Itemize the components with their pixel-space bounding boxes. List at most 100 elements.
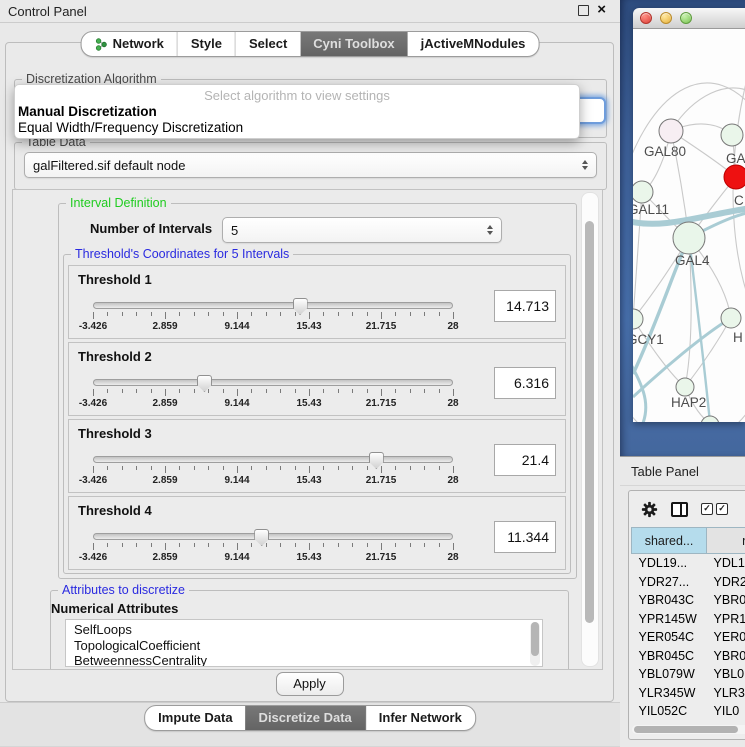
minimize-traffic-light-icon[interactable] [660,12,672,24]
horizontal-scrollbar[interactable] [632,725,745,734]
apply-button[interactable]: Apply [276,672,344,696]
axis-tick-label: 9.144 [224,321,249,332]
table-row[interactable]: YBR043CYBR0 [632,591,745,610]
table-cell[interactable]: YBR043C [632,591,707,610]
dropdown-option-equal-width-frequency[interactable]: Equal Width/Frequency Discretization [18,120,243,135]
tab-select[interactable]: Select [235,32,300,56]
tab-impute-data[interactable]: Impute Data [145,706,245,730]
table-cell[interactable]: YBL0 [707,665,745,684]
gear-icon[interactable] [641,501,658,518]
network-node[interactable] [633,309,643,329]
number-of-intervals-label: Number of Intervals [90,221,212,236]
panel-title: Control Panel [0,4,87,19]
network-canvas[interactable]: GAL80GACGAL11GAL4GCY1HHAP2 [633,29,745,422]
scrollbar-thumb[interactable] [634,726,738,733]
network-node[interactable] [673,222,705,254]
table-cell[interactable]: YIL052C [632,702,707,721]
tab-network[interactable]: Network [82,32,177,56]
column-header-shared[interactable]: shared... [632,528,707,554]
slider-track[interactable] [93,379,453,386]
table-row[interactable]: YDR27...YDR2 [632,573,745,592]
table-cell[interactable]: YDR27... [632,573,707,592]
tab-discretize-data[interactable]: Discretize Data [246,706,365,730]
table-cell[interactable]: YER054C [632,628,707,647]
table-cell[interactable]: YDL19... [632,554,707,573]
list-item[interactable]: TopologicalCoefficient [74,638,542,654]
table-row[interactable]: YLR345WYLR3 [632,684,745,703]
tab-style[interactable]: Style [177,32,235,56]
column-header-name[interactable]: na [707,528,745,554]
table-row[interactable]: YBL079WYBL0 [632,665,745,684]
table-cell[interactable]: YBR045C [632,647,707,666]
table-cell[interactable]: YPR1 [707,610,745,629]
list-item[interactable]: SelfLoops [74,622,542,638]
table-row[interactable]: YPR145WYPR1 [632,610,745,629]
network-nodes[interactable]: GAL80GACGAL11GAL4GCY1HHAP2 [633,119,745,422]
threshold-slider-4[interactable]: -3.4262.8599.14415.4321.71528 [93,533,453,564]
close-traffic-light-icon[interactable] [640,12,652,24]
tab-infer-network[interactable]: Infer Network [365,706,475,730]
tab-cyni-toolbox[interactable]: Cyni Toolbox [300,32,407,56]
table-cell[interactable]: YLR3 [707,684,745,703]
table-cell[interactable]: YBR0 [707,647,745,666]
split-columns-icon[interactable] [671,502,688,517]
checkbox-checked-icon[interactable]: ✓ [716,503,728,515]
table-row[interactable]: YBR045CYBR0 [632,647,745,666]
close-icon[interactable]: × [597,3,606,17]
slider-track[interactable] [93,533,453,540]
number-of-intervals-combobox[interactable]: 5 [222,217,502,243]
slider-ticks [93,389,453,397]
dropdown-option-manual-discretization[interactable]: Manual Discretization [18,104,157,119]
scrollbar-thumb[interactable] [585,221,594,623]
list-item[interactable]: BetweennessCentrality [74,653,542,667]
list-scrollbar[interactable] [530,622,540,666]
vertical-scrollbar[interactable] [581,192,599,667]
threshold-slider-3[interactable]: -3.4262.8599.14415.4321.71528 [93,456,453,487]
network-node[interactable] [633,181,653,203]
threshold-slider-1[interactable]: -3.4262.8599.14415.4321.71528 [93,302,453,333]
numerical-attributes-list[interactable]: SelfLoopsTopologicalCoefficientBetweenne… [65,619,543,667]
threshold-value-field[interactable]: 14.713 [494,290,556,322]
network-node-label: GCY1 [633,332,664,347]
network-node[interactable] [721,124,743,146]
network-node[interactable] [721,308,741,328]
table-row[interactable]: YER054CYER0 [632,628,745,647]
tab-jactivemnodules[interactable]: jActiveMNodules [408,32,539,56]
table-cell[interactable]: YBL079W [632,665,707,684]
bottom-tab-band: Impute Data Discretize Data Infer Networ… [0,702,620,747]
table-cell[interactable]: YDL1 [707,554,745,573]
table-row[interactable]: YDL19...YDL1 [632,554,745,573]
axis-tick-label: 28 [447,552,458,563]
slider-track[interactable] [93,456,453,463]
network-window-titlebar[interactable] [633,8,745,29]
network-node[interactable] [701,416,719,422]
network-view-window[interactable]: GAL80GACGAL11GAL4GCY1HHAP2 [633,8,745,422]
table-cell[interactable]: YLR345W [632,684,707,703]
table-cell[interactable]: YDR2 [707,573,745,592]
table-row[interactable]: YIL052CYIL0 [632,702,745,721]
network-node-label: HAP2 [671,395,706,410]
slider-track[interactable] [93,302,453,309]
table-cell[interactable]: YER0 [707,628,745,647]
axis-tick-label: 28 [447,475,458,486]
table-cell[interactable]: YBR0 [707,591,745,610]
network-node[interactable] [676,378,694,396]
axis-tick-label: 28 [447,398,458,409]
network-node[interactable] [724,165,745,189]
threshold-slider-2[interactable]: -3.4262.8599.14415.4321.71528 [93,379,453,410]
threshold-value-field[interactable]: 11.344 [494,521,556,553]
table-cell[interactable]: YPR145W [632,610,707,629]
threshold-label: Threshold 1 [78,272,152,287]
float-window-icon[interactable] [578,5,589,16]
threshold-panel-4: Threshold 4 -3.4262.8599.14415.4321.7152… [68,496,566,570]
network-node[interactable] [659,119,683,143]
checkbox-pair: ✓ ✓ [701,503,728,515]
axis-tick-label: 28 [447,321,458,332]
numerical-attributes-label: Numerical Attributes [51,601,178,616]
table-data-combobox[interactable]: galFiltered.sif default node [24,152,597,178]
zoom-traffic-light-icon[interactable] [680,12,692,24]
checkbox-checked-icon[interactable]: ✓ [701,503,713,515]
table-cell[interactable]: YIL0 [707,702,745,721]
threshold-value-field[interactable]: 6.316 [494,367,556,399]
threshold-value-field[interactable]: 21.4 [494,444,556,476]
